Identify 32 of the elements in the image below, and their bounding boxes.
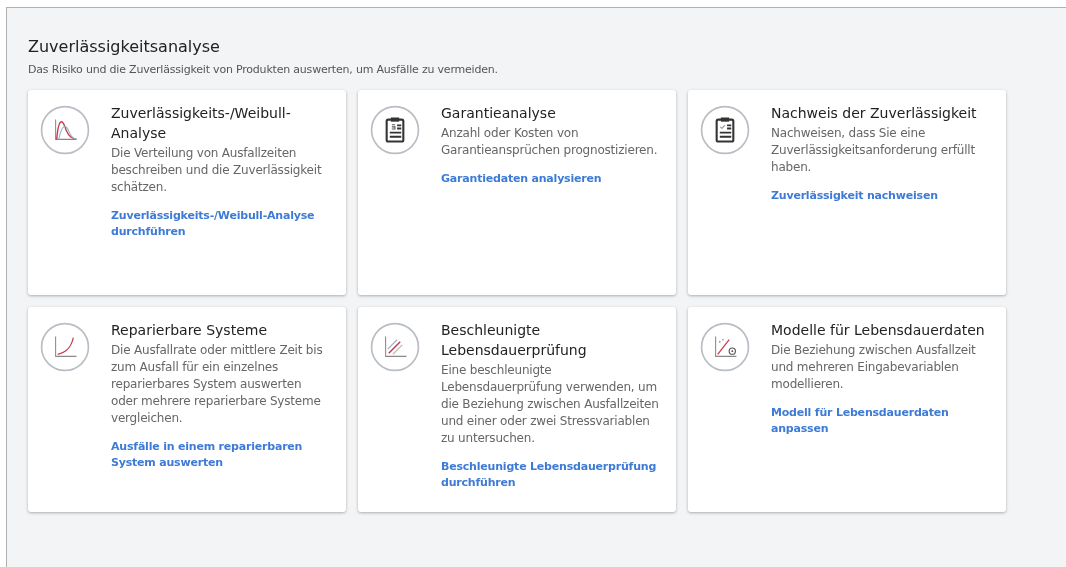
card-description: Die Verteilung von Ausfallzeiten beschreiben und die Zuverlässigkeit schätzen. [111, 145, 323, 196]
card-link[interactable]: Zuverlässigkeit nachweisen [771, 188, 990, 204]
card-link[interactable]: Zuverlässigkeits-/Weibull-Analyse durchführen [111, 208, 330, 240]
scatter-chart-icon [700, 322, 750, 372]
tool-card[interactable]: Modelle für Lebensdauerdaten Die Beziehung zwischen Ausfallzeit und mehreren Eingabevariablen modellieren. Modell für Lebensdauerdaten anpassen [688, 307, 1006, 512]
card-description: Nachweisen, dass Sie eine Zuverlässigkeitsanforderung erfüllt haben. [771, 125, 976, 176]
card-title: Modelle für Lebensdauerdaten [771, 321, 986, 340]
card-title: Garantieanalyse [441, 104, 557, 123]
curve-chart-icon [40, 322, 90, 372]
card-title: Zuverlässigkeits-/Weibull-Analyse [111, 104, 292, 143]
bell-curve-icon [40, 105, 90, 155]
card-link[interactable]: Beschleunigte Lebensdauerprüfung durchführen [441, 459, 660, 491]
clipboard-icon [370, 105, 420, 155]
card-link[interactable]: Ausfälle in einem reparierbaren System auswerten [111, 439, 330, 471]
tool-card[interactable] [358, 307, 676, 512]
card-title: Nachweis der Zuverlässigkeit [771, 104, 978, 123]
card-description: Die Beziehung zwischen Ausfallzeit und mehreren Eingabevariablen modellieren. [771, 342, 977, 393]
card-description: Eine beschleunigte Lebensdauerprüfung verwenden, um die Beziehung zwischen Ausfallzeiten und einer oder zwei Stressvariablen zu untersuchen. [441, 362, 660, 447]
card-description: Die Ausfallrate oder mittlere Zeit bis zum Ausfall für ein einzelnes reparierbares System auswerten oder mehrere reparierbare Systeme vergleichen. [111, 342, 324, 427]
tool-card[interactable]: Zuverlässigkeits-/Weibull-Analyse Die Verteilung von Ausfallzeiten beschreiben und die Zuverlässigkeit schätzen. Zuverlässigkeits-/Weibull-Analyse durchführen [28, 90, 346, 295]
page-title: Zuverlässigkeitsanalyse [28, 37, 221, 57]
card-link[interactable]: Modell für Lebensdauerdaten anpassen [771, 405, 990, 437]
tool-card[interactable] [28, 307, 346, 512]
card-title: Beschleunigte Lebensdauerprüfung [441, 321, 588, 360]
tool-card[interactable]: Nachweis der Zuverlässigkeit Nachweisen, dass Sie eine Zuverlässigkeitsanforderung erfüllt haben. Zuverlässigkeit nachweisen [688, 90, 1006, 295]
card-link[interactable]: Garantiedaten analysieren [441, 171, 660, 187]
card-description: Anzahl oder Kosten von Garantieansprüchen prognostizieren. [441, 125, 659, 159]
clipboard-icon [700, 105, 750, 155]
line-chart-icon [370, 322, 420, 372]
page-subtitle: Das Risiko und die Zuverlässigkeit von Produkten auswerten, um Ausfälle zu vermeiden. [28, 62, 499, 78]
card-title: Reparierbare Systeme [111, 321, 268, 340]
tool-card[interactable]: Garantieanalyse Anzahl oder Kosten von Garantieansprüchen prognostizieren. Garantiedaten analysieren [358, 90, 676, 295]
